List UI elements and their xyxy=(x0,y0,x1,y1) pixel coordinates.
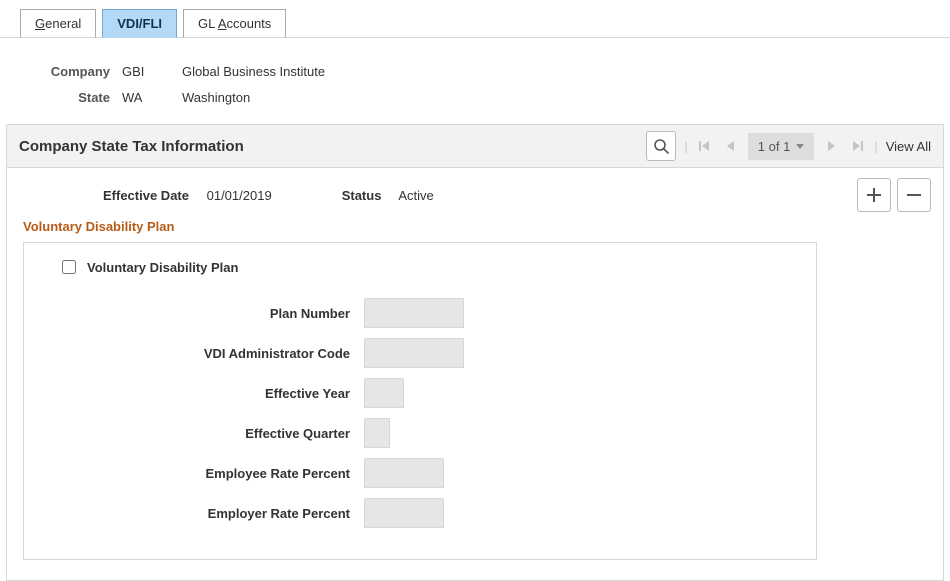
scroll-body: Effective Date 01/01/2019 Status Active … xyxy=(6,168,944,581)
row-count-indicator[interactable]: 1 of 1 xyxy=(748,133,815,160)
voluntary-disability-plan-heading: Voluntary Disability Plan xyxy=(23,219,927,234)
tab-general-rest: eneral xyxy=(45,16,81,31)
state-label: State xyxy=(30,90,110,105)
state-code: WA xyxy=(122,90,182,105)
voluntary-disability-plan-checkbox[interactable] xyxy=(62,260,76,274)
view-all-link[interactable]: View All xyxy=(886,139,931,154)
plan-number-input[interactable] xyxy=(364,298,464,328)
tab-vdi-fli-label: VDI/FLI xyxy=(117,16,162,31)
vdi-admin-code-input[interactable] xyxy=(364,338,464,368)
next-row-button[interactable] xyxy=(822,137,840,155)
effective-quarter-input[interactable] xyxy=(364,418,390,448)
add-row-button[interactable] xyxy=(857,178,891,212)
voluntary-disability-plan-checkbox-label: Voluntary Disability Plan xyxy=(87,260,238,275)
tab-vdi-fli[interactable]: VDI/FLI xyxy=(102,9,177,38)
effective-date-label: Effective Date xyxy=(103,188,189,203)
employee-rate-percent-input[interactable] xyxy=(364,458,444,488)
section-bar: Company State Tax Information | xyxy=(6,124,944,168)
plan-number-label: Plan Number xyxy=(40,306,350,321)
chevron-right-icon xyxy=(825,139,837,153)
last-row-button[interactable] xyxy=(848,137,866,155)
search-icon xyxy=(653,138,669,154)
state-name: Washington xyxy=(182,90,250,105)
company-name: Global Business Institute xyxy=(182,64,325,79)
prev-row-button[interactable] xyxy=(722,137,740,155)
voluntary-disability-plan-group: Voluntary Disability Plan Plan Number VD… xyxy=(23,242,817,560)
tab-gl-rest: ccounts xyxy=(226,16,271,31)
section-title: Company State Tax Information xyxy=(19,138,244,155)
effective-year-label: Effective Year xyxy=(40,386,350,401)
company-label: Company xyxy=(30,64,110,79)
employer-rate-percent-label: Employer Rate Percent xyxy=(40,506,350,521)
chevron-left-icon xyxy=(725,139,737,153)
context-header: Company GBI Global Business Institute St… xyxy=(0,38,950,124)
tab-strip: General VDI/FLI GL Accounts xyxy=(0,0,950,38)
employer-rate-percent-input[interactable] xyxy=(364,498,444,528)
first-row-button[interactable] xyxy=(696,137,714,155)
row-count-text: 1 of 1 xyxy=(758,139,791,154)
delete-row-button[interactable] xyxy=(897,178,931,212)
last-icon xyxy=(850,139,864,153)
status-label: Status xyxy=(342,188,382,203)
chevron-down-icon xyxy=(796,144,804,149)
effective-quarter-label: Effective Quarter xyxy=(40,426,350,441)
tab-gl-accounts[interactable]: GL Accounts xyxy=(183,9,286,38)
find-button[interactable] xyxy=(646,131,676,161)
minus-icon xyxy=(906,187,922,203)
status-value: Active xyxy=(398,188,433,203)
effective-year-input[interactable] xyxy=(364,378,404,408)
tab-general-hotkey: G xyxy=(35,16,45,31)
company-code: GBI xyxy=(122,64,182,79)
plus-icon xyxy=(866,187,882,203)
tab-general[interactable]: General xyxy=(20,9,96,38)
employee-rate-percent-label: Employee Rate Percent xyxy=(40,466,350,481)
vdi-admin-code-label: VDI Administrator Code xyxy=(40,346,350,361)
effective-date-value: 01/01/2019 xyxy=(207,188,272,203)
first-icon xyxy=(698,139,712,153)
tab-gl-pre: GL xyxy=(198,16,218,31)
